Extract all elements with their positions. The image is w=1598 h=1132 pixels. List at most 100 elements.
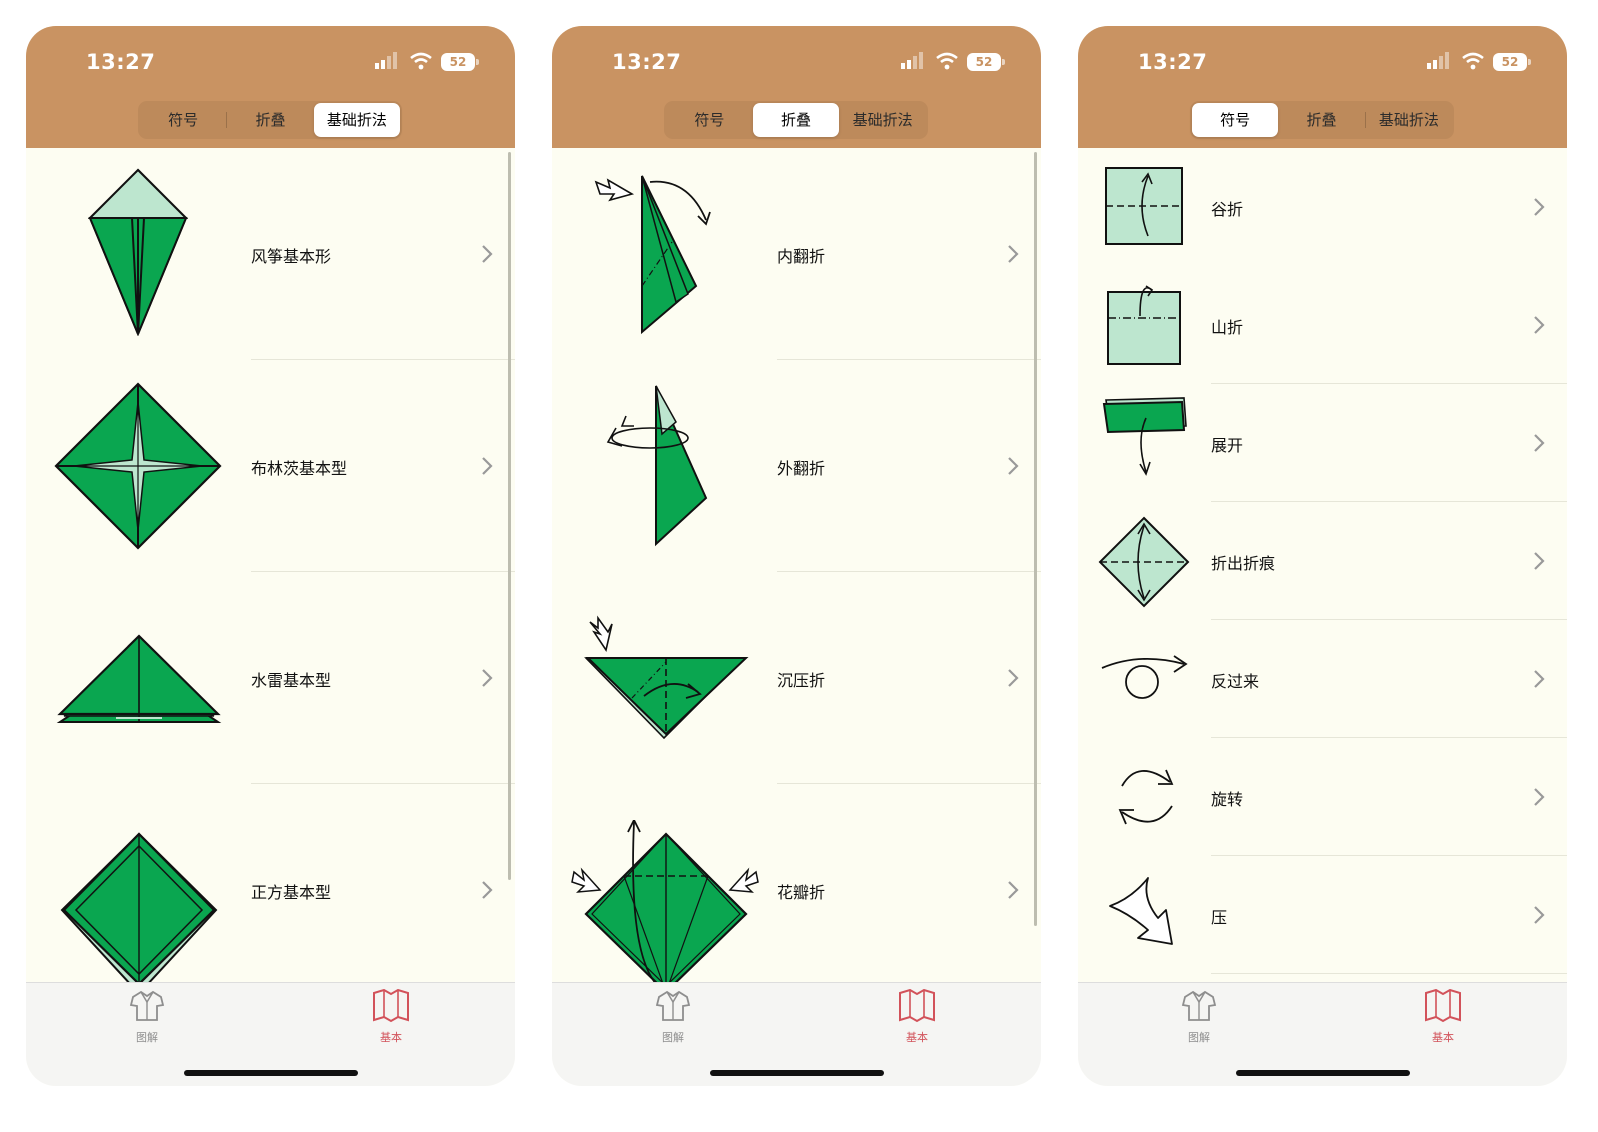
segment-basic-folds[interactable]: 基础折法: [1366, 103, 1452, 137]
list-item[interactable]: 布林茨基本型: [26, 360, 515, 572]
home-indicator[interactable]: [1236, 1070, 1410, 1076]
signal-icon: [375, 52, 397, 69]
outside-reverse-fold-icon: [606, 385, 708, 547]
rotate-icon: [1118, 769, 1174, 825]
battery-indicator: 52: [1493, 53, 1531, 71]
sink-fold-icon: [584, 615, 749, 740]
segment-symbols[interactable]: 符号: [1192, 103, 1279, 137]
shirt-icon: [1181, 990, 1217, 1021]
segment-symbols[interactable]: 符号: [140, 103, 226, 137]
press-icon: [1109, 877, 1173, 945]
waterbomb-base-icon: [56, 634, 222, 723]
segment-basic-folds[interactable]: 基础折法: [313, 103, 400, 137]
list-item-label: 外翻折: [777, 459, 826, 478]
home-indicator[interactable]: [710, 1070, 884, 1076]
status-icons: 52: [375, 52, 479, 72]
mountain-fold-icon: [1107, 285, 1181, 365]
chevron-right-icon: [1534, 670, 1545, 688]
list-item-label: 内翻折: [777, 247, 826, 266]
shirt-icon: [129, 990, 165, 1021]
header: 13:27 52 符号 折叠 基础折法: [552, 26, 1041, 148]
screen-basic-folds: 13:27 52 符号 折叠 基础折法 风筝基本形 布林茨基本型 水雷基本型 正…: [26, 26, 515, 1086]
wifi-icon: [410, 52, 432, 70]
list-item-label: 风筝基本形: [251, 247, 332, 266]
battery-indicator: 52: [967, 53, 1005, 71]
scrollbar[interactable]: [508, 152, 511, 880]
turn-over-icon: [1101, 655, 1188, 699]
tab-basic[interactable]: 基本: [1408, 988, 1478, 1045]
list-item-label: 沉压折: [777, 671, 826, 690]
list-item-label: 山折: [1211, 318, 1244, 337]
segment-folding[interactable]: 折叠: [227, 103, 313, 137]
list-item[interactable]: 反过来: [1078, 620, 1567, 738]
segmented-control: 符号 折叠 基础折法: [138, 101, 402, 139]
list-item-label: 旋转: [1211, 790, 1244, 809]
tab-bar: 图解 基本: [552, 982, 1041, 1086]
chevron-right-icon: [1008, 881, 1019, 899]
list-item[interactable]: 花瓣折: [552, 784, 1041, 982]
list-item-label: 正方基本型: [251, 883, 332, 902]
list-item-label: 折出折痕: [1211, 554, 1276, 573]
list-item-label: 水雷基本型: [251, 671, 332, 690]
segment-folding[interactable]: 折叠: [752, 103, 840, 137]
valley-fold-icon: [1105, 167, 1183, 245]
tab-basic[interactable]: 基本: [356, 988, 426, 1045]
screen-folding: 13:27 52 符号 折叠 基础折法 内翻折 外翻折 沉压折 花瓣折 图解 基…: [552, 26, 1041, 1086]
tab-basic[interactable]: 基本: [882, 988, 952, 1045]
list-item-label: 展开: [1211, 436, 1244, 455]
list-item[interactable]: 展开: [1078, 384, 1567, 502]
chevron-right-icon: [482, 669, 493, 687]
inside-reverse-fold-icon: [594, 175, 711, 335]
tab-basic-label: 基本: [380, 1031, 402, 1044]
symbol-list: 谷折 山折 展开 折出折痕 反过来 旋转 压: [1078, 148, 1567, 982]
list-item[interactable]: 旋转: [1078, 738, 1567, 856]
crease-icon: [1098, 516, 1190, 608]
unfold-icon: [1102, 397, 1187, 476]
list-item[interactable]: 沉压折: [552, 572, 1041, 784]
tab-diagram-label: 图解: [662, 1031, 684, 1044]
list-item-label: 反过来: [1211, 672, 1260, 691]
scrollbar[interactable]: [1034, 152, 1037, 926]
tab-diagram[interactable]: 图解: [112, 989, 182, 1045]
book-icon: [1425, 988, 1461, 1023]
header: 13:27 52 符号 折叠 基础折法: [1078, 26, 1567, 148]
list-item[interactable]: 水雷基本型: [26, 572, 515, 784]
tab-basic-label: 基本: [906, 1031, 928, 1044]
segment-folding[interactable]: 折叠: [1278, 103, 1364, 137]
square-base-icon: [60, 832, 218, 982]
list-item[interactable]: 压: [1078, 856, 1567, 974]
chevron-right-icon: [1008, 669, 1019, 687]
chevron-right-icon: [482, 881, 493, 899]
tab-diagram-label: 图解: [1188, 1031, 1210, 1044]
list-item[interactable]: 外翻折: [552, 360, 1041, 572]
chevron-right-icon: [1534, 198, 1545, 216]
tab-diagram[interactable]: 图解: [638, 989, 708, 1045]
home-indicator[interactable]: [184, 1070, 358, 1076]
chevron-right-icon: [482, 245, 493, 263]
book-icon: [899, 988, 935, 1023]
list-item[interactable]: 折出折痕: [1078, 502, 1567, 620]
segment-symbols[interactable]: 符号: [666, 103, 753, 137]
list-item[interactable]: 正方基本型: [26, 784, 515, 982]
segmented-control: 符号 折叠 基础折法: [1190, 101, 1454, 139]
book-icon: [373, 988, 409, 1023]
list-item[interactable]: 风筝基本形: [26, 148, 515, 360]
list-item[interactable]: 谷折: [1078, 148, 1567, 266]
screen-symbols: 13:27 52 符号 折叠 基础折法 谷折 山折 展开 折出折痕 反过来 旋转…: [1078, 26, 1567, 1086]
segment-basic-folds[interactable]: 基础折法: [839, 103, 926, 137]
tab-basic-label: 基本: [1432, 1031, 1454, 1044]
status-icons: 52: [1427, 52, 1531, 72]
tab-bar: 图解 基本: [1078, 982, 1567, 1086]
list-item[interactable]: 山折: [1078, 266, 1567, 384]
row-divider: [1211, 973, 1567, 974]
wifi-icon: [1462, 52, 1484, 70]
tab-diagram[interactable]: 图解: [1164, 989, 1234, 1045]
chevron-right-icon: [1008, 457, 1019, 475]
battery-indicator: 52: [441, 53, 479, 71]
list-item[interactable]: 内翻折: [552, 148, 1041, 360]
list-item-label: 布林茨基本型: [251, 459, 348, 478]
list-item-label: 花瓣折: [777, 883, 826, 902]
chevron-right-icon: [1534, 906, 1545, 924]
chevron-right-icon: [1008, 245, 1019, 263]
header: 13:27 52 符号 折叠 基础折法: [26, 26, 515, 148]
